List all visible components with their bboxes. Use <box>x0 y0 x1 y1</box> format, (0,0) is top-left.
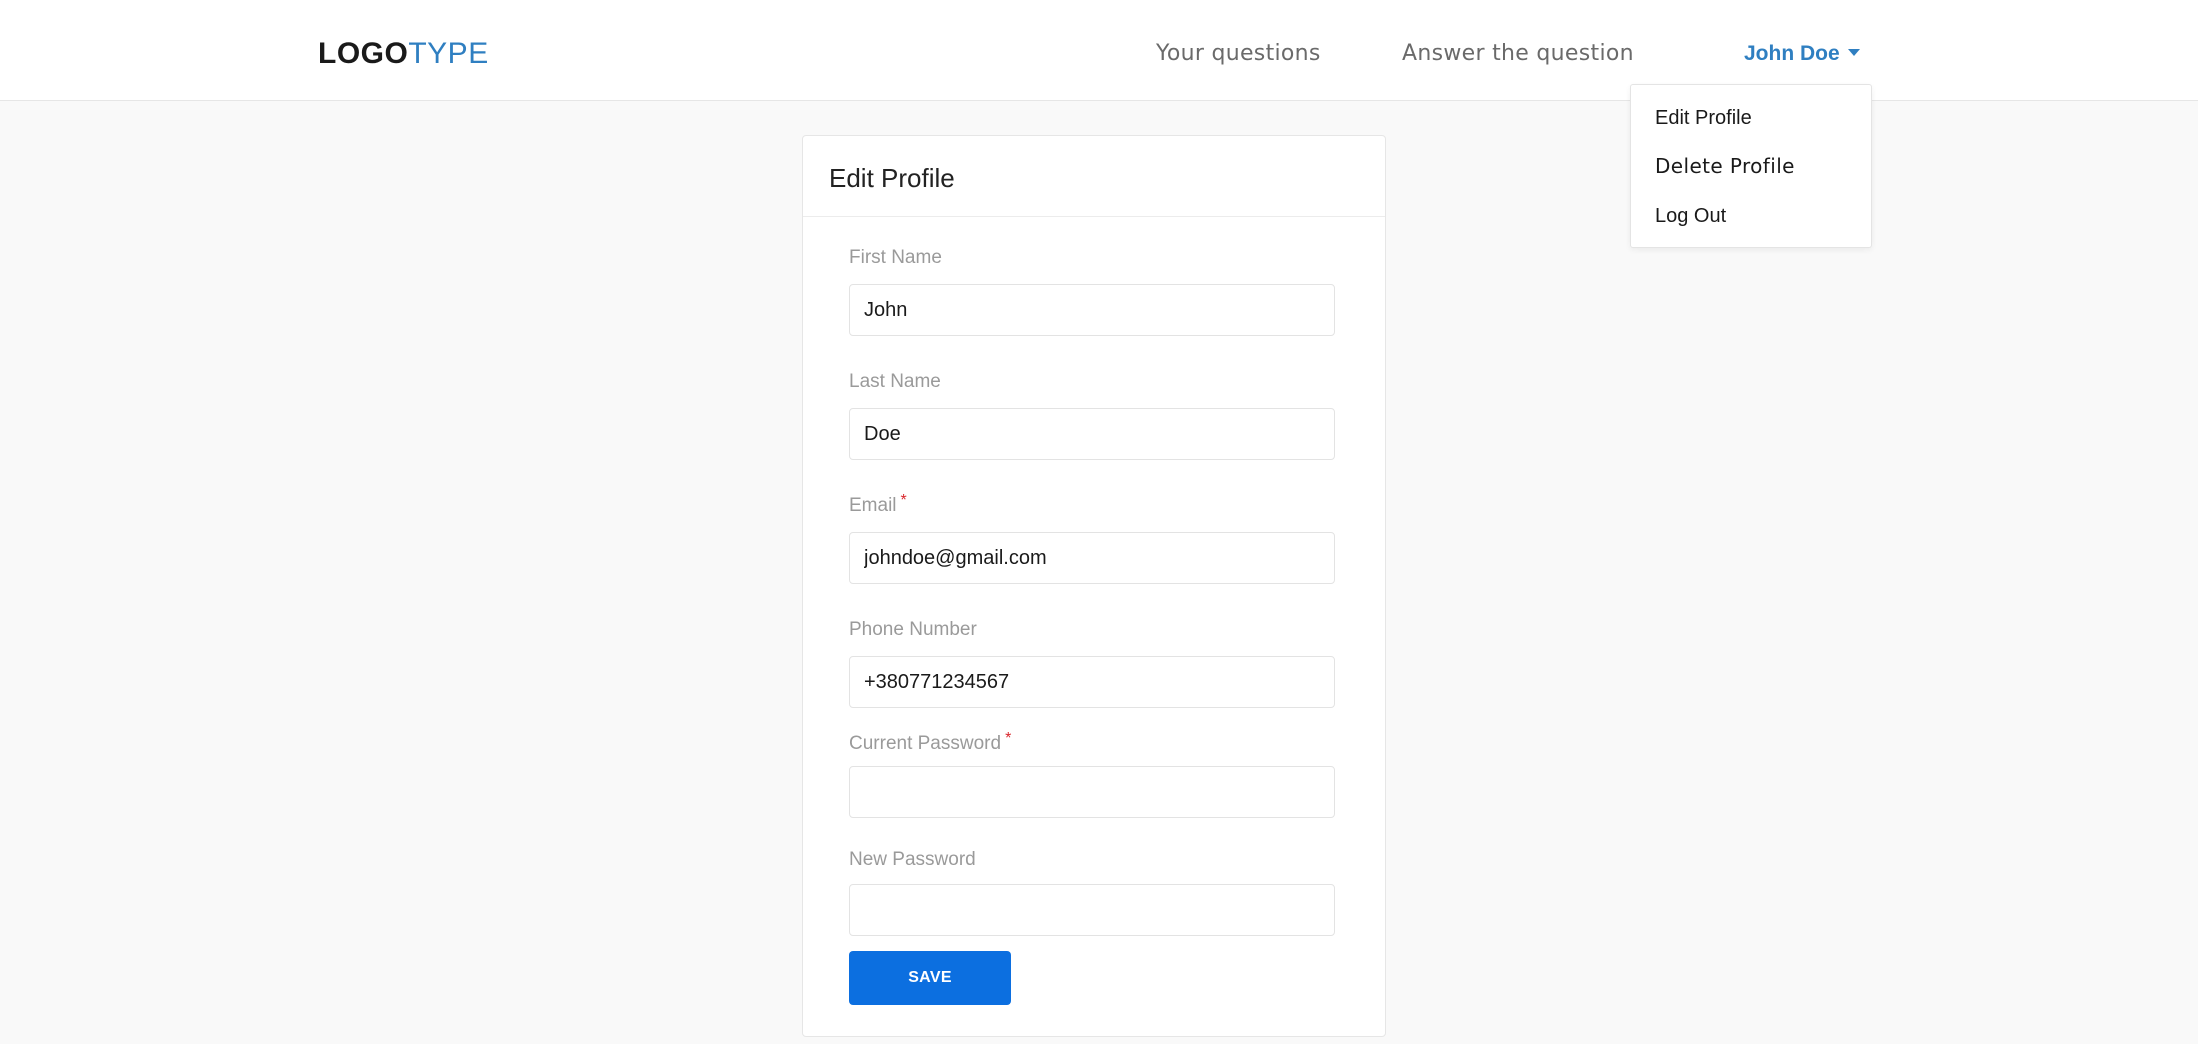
email-label-row: Email * <box>849 492 907 519</box>
required-asterisk: * <box>900 492 907 509</box>
menu-item-edit-profile[interactable]: Edit Profile <box>1655 105 1752 131</box>
user-name: John Doe <box>1744 42 1840 65</box>
menu-item-delete-profile[interactable]: Delete Profile <box>1655 153 1795 179</box>
current-password-label: Current Password <box>849 733 1002 754</box>
nav-your-questions[interactable]: Your questions <box>1156 40 1321 68</box>
edit-profile-card: Edit Profile First Name Last Name Email*… <box>802 135 1386 1037</box>
user-menu-toggle[interactable]: John Doe <box>1744 40 1860 68</box>
last-name-label: Last Name <box>849 371 941 392</box>
last-name-field[interactable] <box>849 408 1335 460</box>
card-header: Edit Profile <box>803 136 1385 217</box>
new-password-field[interactable] <box>849 884 1335 936</box>
logo-light-text: TYPE <box>408 37 489 70</box>
caret-down-icon <box>1847 48 1860 56</box>
nav-answer-the-question[interactable]: Answer the question <box>1402 40 1634 68</box>
phone-number-label: Phone Number <box>849 619 977 640</box>
current-password-label-row: Current Password * <box>849 730 1012 757</box>
logo-bold-text: LOGO <box>318 37 409 70</box>
new-password-label: New Password <box>849 849 976 870</box>
page-title: Edit Profile <box>829 163 955 193</box>
phone-number-field[interactable] <box>849 656 1335 708</box>
user-dropdown-menu: Edit Profile Delete Profile Log Out <box>1630 84 1872 248</box>
required-asterisk: * <box>1005 730 1012 747</box>
first-name-label: First Name <box>849 247 942 268</box>
first-name-field[interactable] <box>849 284 1335 336</box>
menu-item-log-out[interactable]: Log Out <box>1655 203 1726 229</box>
save-button[interactable]: SAVE <box>849 951 1011 1005</box>
current-password-field[interactable] <box>849 766 1335 818</box>
email-label: Email <box>849 495 897 516</box>
logo[interactable]: LOGOTYPE <box>318 36 489 72</box>
email-field[interactable] <box>849 532 1335 584</box>
